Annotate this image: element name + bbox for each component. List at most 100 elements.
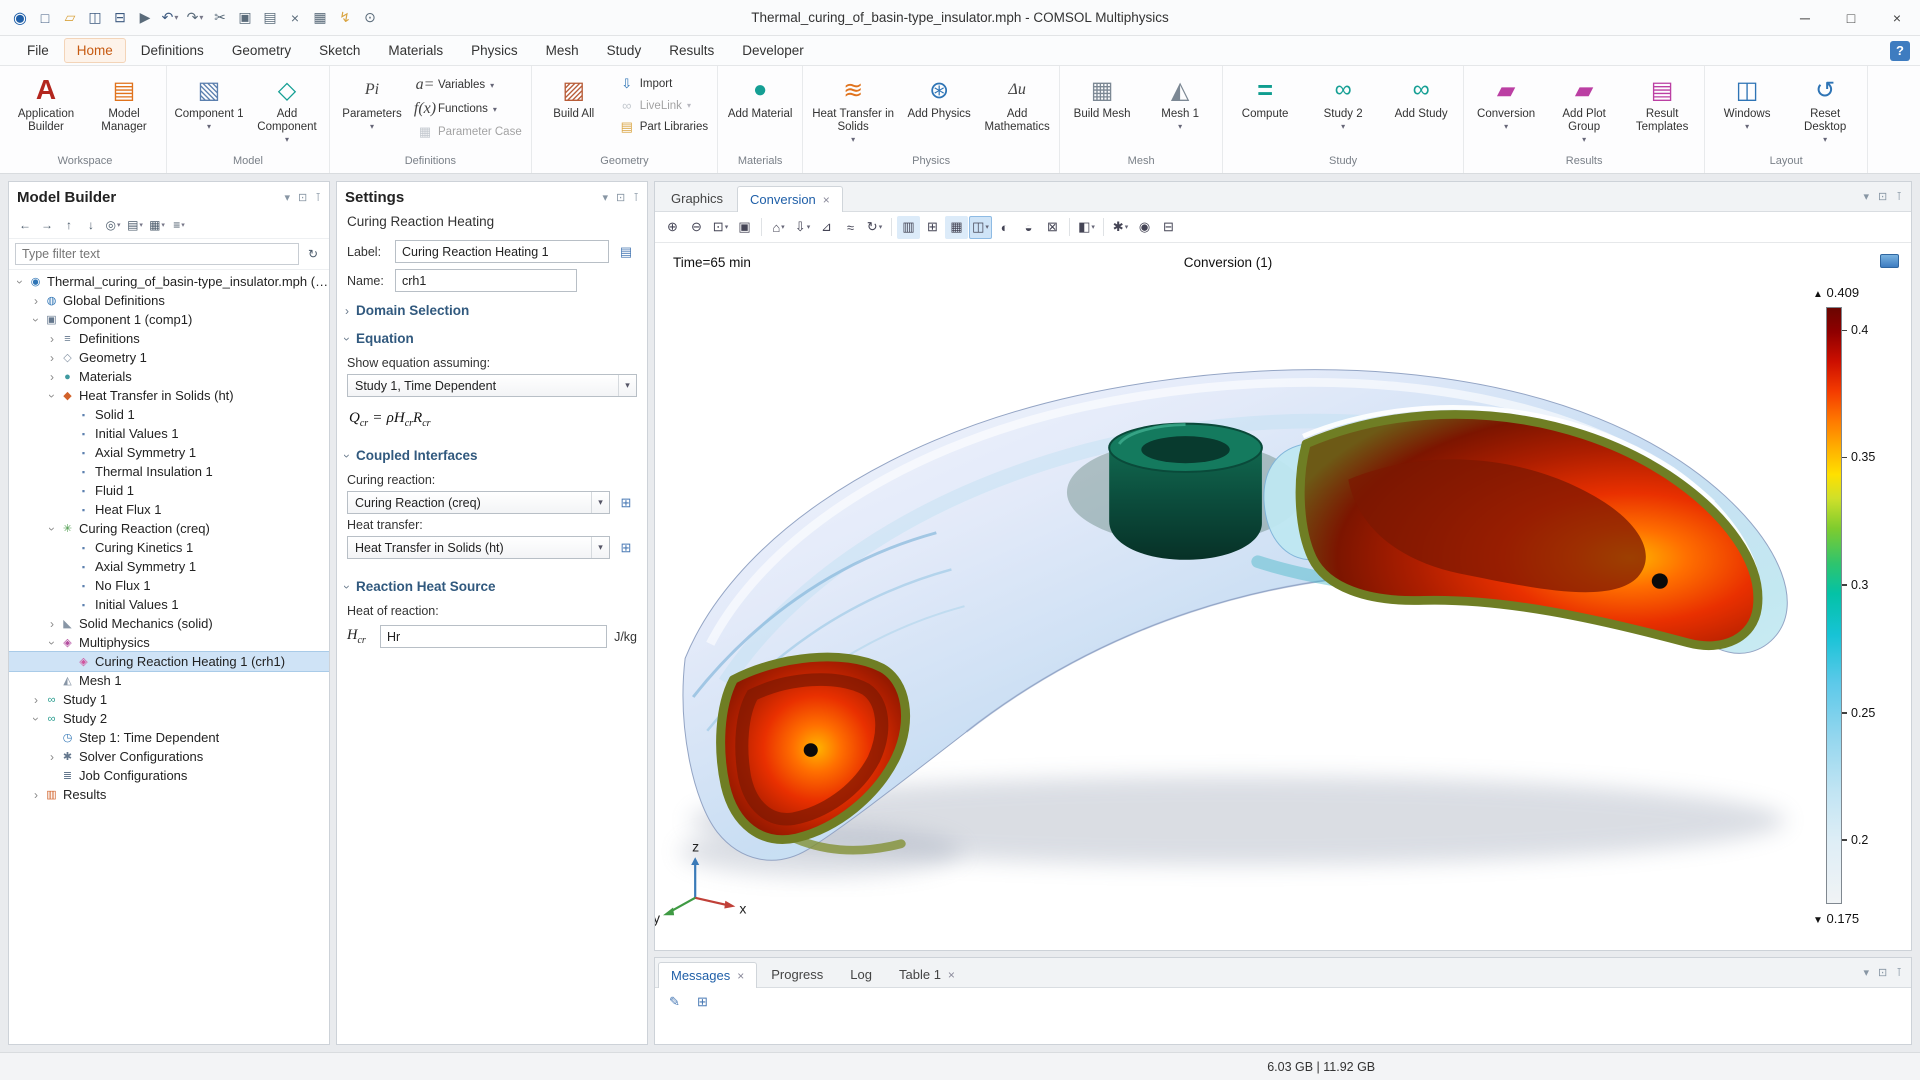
menu-home[interactable]: Home [64,38,126,63]
go-back-button[interactable]: ← [15,215,35,235]
panel-pin-icon[interactable]: ⊺ [315,191,321,204]
section-coupled-interfaces[interactable]: › Coupled Interfaces [337,440,647,468]
tree-item-initial-values-1[interactable]: ▪ Initial Values 1 [9,424,329,443]
show-table-button[interactable]: ⊞ [921,216,944,239]
expand-arrow-icon[interactable]: › [45,522,59,536]
panel-menu-icon[interactable]: ▾ [1864,966,1870,979]
panel-pin-icon[interactable]: ⊺ [1896,966,1902,979]
menu-results[interactable]: Results [656,38,727,63]
panel-menu-icon[interactable]: ▾ [1864,190,1870,203]
tree-item-materials[interactable]: › ● Materials [9,367,329,386]
application-builder-button[interactable]: A Application Builder [8,69,84,154]
section-domain-selection[interactable]: › Domain Selection [337,295,647,323]
snapshot-button[interactable]: ◉ [1133,216,1156,239]
compute-shortcut-button[interactable]: ↯ [333,6,357,30]
study-2-button[interactable]: ∞ Study 2 ▾ [1305,69,1381,154]
tree-item-solid-mechanics[interactable]: › ◣ Solid Mechanics (solid) [9,614,329,633]
expand-arrow-icon[interactable]: › [29,294,43,308]
functions-button[interactable]: f(x) Functions ▾ [411,97,528,121]
panel-float-icon[interactable]: ⊡ [1878,966,1887,979]
zoom-box-button[interactable]: ▣ [733,216,756,239]
scene-light-button[interactable]: ◐ [993,216,1016,239]
panel-menu-icon[interactable]: ▾ [285,191,291,204]
label-input[interactable] [395,240,609,263]
menu-materials[interactable]: Materials [375,38,456,63]
tree-item-study-2[interactable]: › ∞ Study 2 [9,709,329,728]
save-button[interactable]: ◫ [83,6,107,30]
section-reaction-heat-source[interactable]: › Reaction Heat Source [337,571,647,599]
tab-conversion[interactable]: Conversion × [737,186,843,212]
menu-developer[interactable]: Developer [729,38,817,63]
filter-input[interactable] [15,243,299,265]
tree-item-job-configurations[interactable]: ≣ Job Configurations [9,766,329,785]
tree-item-axial-symmetry-1[interactable]: ▪ Axial Symmetry 1 [9,443,329,462]
close-tab-icon[interactable]: × [948,968,955,982]
close-tab-icon[interactable]: × [823,193,830,207]
heat-of-reaction-input[interactable] [380,625,607,648]
menu-file[interactable]: File [14,38,62,63]
plot-all-button[interactable]: ≈ [839,216,862,239]
add-component-button[interactable]: ◇ Add Component ▾ [249,69,325,154]
mesh-1-button[interactable]: ◭ Mesh 1 ▾ [1142,69,1218,154]
menu-geometry[interactable]: Geometry [219,38,304,63]
tree-item-multiphysics[interactable]: › ◈ Multiphysics [9,633,329,652]
tree-item-definitions[interactable]: › ≡ Definitions [9,329,329,348]
tab-log[interactable]: Log [837,961,885,987]
expand-arrow-icon[interactable]: › [13,275,27,289]
tree-item-study-1[interactable]: › ∞ Study 1 [9,690,329,709]
component-1-button[interactable]: ▧ Component 1 ▾ [171,69,247,154]
menu-definitions[interactable]: Definitions [128,38,217,63]
rename-label-button[interactable]: ▤ [615,241,637,263]
tab-progress[interactable]: Progress [758,961,836,987]
maximize-button[interactable]: □ [1828,0,1874,35]
search-button[interactable]: ⊙ [358,6,382,30]
3d-model-scene[interactable]: z x y [655,243,1911,950]
show-button[interactable]: ◎▾ [103,215,123,235]
tree-item-curing-reaction[interactable]: › ✳ Curing Reaction (creq) [9,519,329,538]
build-mesh-button[interactable]: ▦ Build Mesh [1064,69,1140,154]
go-to-source-button[interactable]: ⊞ [615,492,637,514]
parameters-button[interactable]: Pi Parameters ▾ [334,69,410,154]
model-tree-options-button[interactable]: ▦▾ [147,215,167,235]
panel-float-icon[interactable]: ⊡ [616,191,625,204]
expand-arrow-icon[interactable]: › [29,712,43,726]
tree-item-root[interactable]: › ◉ Thermal_curing_of_basin-type_insulat… [9,272,329,291]
tree-item-results[interactable]: › ▥ Results [9,785,329,804]
import-button[interactable]: ⇩ Import [613,73,714,95]
show-grid-button[interactable]: ▦ [945,216,968,239]
print-plot-button[interactable]: ⊟ [1157,216,1180,239]
move-up-button[interactable]: ↑ [59,215,79,235]
help-icon[interactable]: ? [1890,41,1910,61]
model-manager-button[interactable]: ▤ Model Manager [86,69,162,154]
tree-item-global-definitions[interactable]: › ◍ Global Definitions [9,291,329,310]
tree-item-step-1-time-dependent[interactable]: ◷ Step 1: Time Dependent [9,728,329,747]
panel-menu-icon[interactable]: ▾ [603,191,609,204]
close-tab-icon[interactable]: × [737,969,744,983]
tab-table-1[interactable]: Table 1 × [886,961,968,987]
name-input[interactable] [395,269,577,292]
tree-item-axial-symmetry-1b[interactable]: ▪ Axial Symmetry 1 [9,557,329,576]
expand-arrow-icon[interactable]: › [29,313,43,327]
go-to-default-view-button[interactable]: ⌂▾ [767,216,790,239]
menu-sketch[interactable]: Sketch [306,38,373,63]
transparency-button[interactable]: ◒ [1017,216,1040,239]
first-plot-button[interactable]: ⊿ [815,216,838,239]
panel-float-icon[interactable]: ⊡ [298,191,307,204]
menu-study[interactable]: Study [594,38,655,63]
grid-view-button[interactable]: ▦ [308,6,332,30]
view-plane-button[interactable]: ⇩▾ [791,216,814,239]
print-button[interactable]: ⊟ [108,6,132,30]
close-button[interactable]: × [1874,0,1920,35]
equation-assumption-dropdown[interactable]: Study 1, Time Dependent ▾ [347,374,637,397]
go-forward-button[interactable]: → [37,215,57,235]
run-button[interactable]: ▶ [133,6,157,30]
cut-button[interactable]: ✂ [208,6,232,30]
menu-mesh[interactable]: Mesh [533,38,592,63]
tree-item-fluid-1[interactable]: ▪ Fluid 1 [9,481,329,500]
add-material-button[interactable]: ● Add Material [722,69,798,154]
expand-arrow-icon[interactable]: › [45,370,59,384]
build-all-button[interactable]: ▨ Build All [536,69,612,154]
redo-button[interactable]: ↷▾ [183,6,207,30]
new-file-button[interactable]: □ [33,6,57,30]
update-plot-button[interactable]: ↻▾ [863,216,886,239]
